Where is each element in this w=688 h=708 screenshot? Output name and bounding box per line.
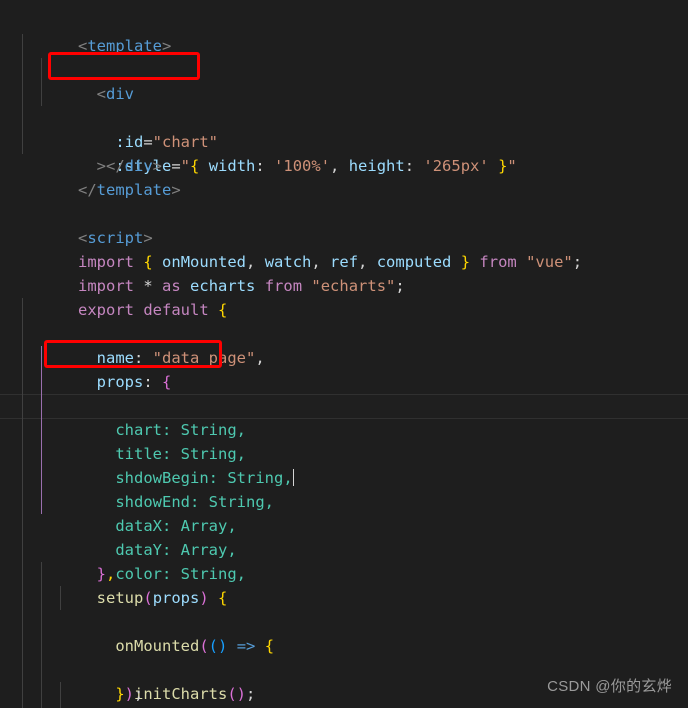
prop-type-chart: String <box>180 421 237 439</box>
code-line-template-open[interactable]: <template> <box>0 10 688 55</box>
keyword-import: import <box>78 253 134 271</box>
import-computed: computed <box>376 253 452 271</box>
indent-guide <box>22 370 23 394</box>
import-echarts-alias: echarts <box>190 277 256 295</box>
indent-guide <box>22 418 23 442</box>
tag-div-open: div <box>106 85 135 103</box>
code-line-props-open[interactable]: props: { <box>0 322 688 391</box>
prop-type-title: String <box>180 445 237 463</box>
csdn-watermark: CSDN @你的玄烨 <box>547 678 672 695</box>
indent-guide <box>22 562 23 586</box>
indent-guide <box>41 58 42 82</box>
bracket-guide <box>41 346 42 370</box>
indent-guide <box>22 490 23 514</box>
fn-initcharts: initCharts <box>134 685 228 703</box>
indent-guide <box>22 586 23 610</box>
prop-type-datay: Array <box>180 541 228 559</box>
indent-guide <box>41 682 42 706</box>
indent-guide <box>41 610 42 634</box>
prop-name-color: color <box>115 565 162 583</box>
keyword-default: default <box>143 301 209 319</box>
prop-name-shdowbegin: shdowBegin <box>115 469 209 487</box>
bracket-guide <box>41 442 42 466</box>
code-line-onmounted-close[interactable]: }); <box>0 610 688 703</box>
key-name: name <box>96 349 134 367</box>
indent-guide <box>22 442 23 466</box>
import-onmounted: onMounted <box>162 253 247 271</box>
import-ref: ref <box>330 253 359 271</box>
indent-guide <box>41 658 42 682</box>
indent-guide <box>22 106 23 130</box>
tag-template-open: template <box>87 37 162 55</box>
indent-guide <box>41 634 42 658</box>
code-line-script-open[interactable]: <script> <box>0 202 688 247</box>
code-line-id-binding[interactable]: :id="chart" <box>0 58 688 151</box>
code-editor[interactable]: <template> <div :id="chart" :style="{ wi… <box>0 0 688 708</box>
tag-script-open: script <box>87 229 144 247</box>
attr-id-value: "chart" <box>152 133 218 151</box>
prop-type-shdowend: String <box>208 493 265 511</box>
text-cursor <box>292 469 295 486</box>
bracket-guide <box>41 370 42 394</box>
code-content[interactable]: <template> <div :id="chart" :style="{ wi… <box>0 0 688 708</box>
indent-guide <box>22 58 23 82</box>
code-line-clipped <box>0 0 688 10</box>
prop-type-datax: Array <box>180 517 228 535</box>
fn-setup: setup <box>96 589 144 607</box>
indent-guide <box>22 514 23 538</box>
indent-guide <box>22 394 23 418</box>
style-height-value: '265px' <box>423 157 489 175</box>
indent-guide <box>41 82 42 106</box>
prop-type-shdowbegin: String <box>227 469 284 487</box>
attr-id: :id <box>115 133 144 151</box>
indent-guide <box>41 586 42 610</box>
import-watch: watch <box>264 253 312 271</box>
key-props: props <box>96 373 144 391</box>
code-line-prop-shdowbegin[interactable]: shdowBegin: String, <box>0 394 688 487</box>
indent-guide <box>22 34 23 58</box>
indent-guide <box>22 346 23 370</box>
indent-guide <box>22 658 23 682</box>
indent-guide <box>22 82 23 106</box>
prop-type-color: String <box>180 565 237 583</box>
indent-guide <box>22 298 23 322</box>
bracket-guide <box>41 394 42 418</box>
param-props: props <box>152 589 200 607</box>
indent-guide <box>22 466 23 490</box>
indent-guide <box>22 634 23 658</box>
indent-guide <box>22 130 23 154</box>
value-component-name: "data_page" <box>152 349 256 367</box>
bracket-guide <box>41 490 42 514</box>
bracket-guide <box>41 466 42 490</box>
keyword-export: export <box>78 301 134 319</box>
style-width-value: '100%' <box>274 157 331 175</box>
prop-name-datax: dataX <box>115 517 162 535</box>
indent-guide <box>22 610 23 634</box>
bracket-guide <box>41 418 42 442</box>
fn-onmounted: onMounted <box>115 637 200 655</box>
prop-name-title: title <box>115 445 162 463</box>
prop-name-shdowend: shdowEnd <box>115 493 190 511</box>
indent-guide <box>22 322 23 346</box>
tag-div-close: div <box>124 157 153 175</box>
prop-name-chart: chart <box>115 421 162 439</box>
indent-guide <box>22 682 23 706</box>
indent-guide <box>41 562 42 586</box>
indent-guide <box>22 538 23 562</box>
import-vue-module: "vue" <box>526 253 573 271</box>
code-line-div-close[interactable]: ></div> <box>0 106 688 175</box>
import-echarts-module: "echarts" <box>311 277 396 295</box>
prop-name-datay: dataY <box>115 541 162 559</box>
tag-template-close: template <box>96 181 172 199</box>
